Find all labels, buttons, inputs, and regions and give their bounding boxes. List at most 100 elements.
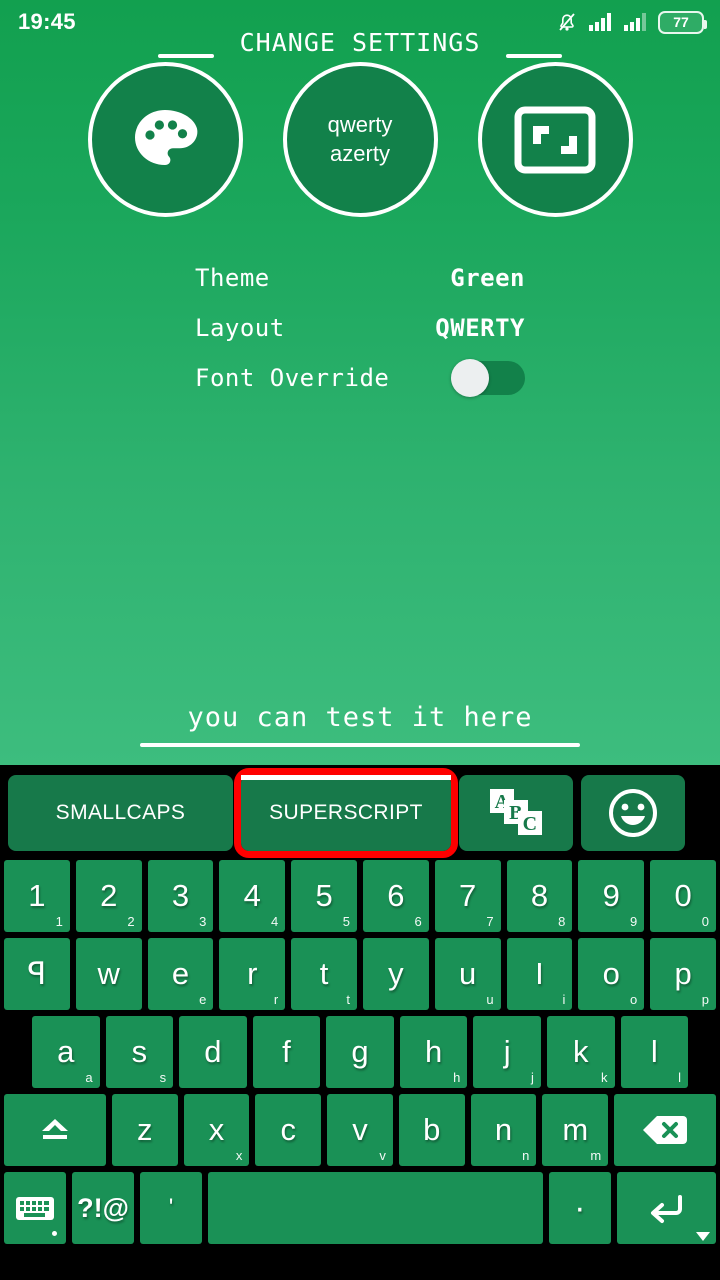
key-6[interactable]: 66 xyxy=(362,860,429,932)
key-e[interactable]: ee xyxy=(147,938,214,1010)
key-9[interactable]: 99 xyxy=(578,860,645,932)
key-1[interactable]: 11 xyxy=(4,860,70,932)
keyboard: SMALLCAPS SUPERSCRIPT A B C 1 1 2 2 3 3 … xyxy=(0,765,720,1280)
key-main: v xyxy=(352,1112,368,1147)
key-main: n xyxy=(494,1112,513,1147)
setting-value-layout-text: QWERTY xyxy=(435,314,525,342)
key-main: u xyxy=(459,956,477,991)
settings-circle-buttons: qwerty azerty xyxy=(0,62,720,217)
key-d[interactable]: d xyxy=(179,1016,247,1088)
superscript-button[interactable]: SUPERSCRIPT xyxy=(234,767,458,858)
key-main: s xyxy=(131,1034,148,1069)
key-r[interactable]: rr xyxy=(219,938,286,1010)
key-s[interactable]: ss xyxy=(105,1016,174,1088)
text-style-button[interactable]: A B C xyxy=(459,774,573,851)
svg-text:C: C xyxy=(523,813,538,835)
key-b[interactable]: b xyxy=(398,1094,465,1166)
key-f[interactable]: f xyxy=(252,1016,321,1088)
bell-muted-icon xyxy=(559,13,575,31)
font-override-toggle[interactable] xyxy=(451,359,525,397)
key-l[interactable]: ll xyxy=(620,1016,689,1088)
status-icon-group: 77 xyxy=(555,10,707,34)
key-k[interactable]: kk xyxy=(546,1016,615,1088)
key-u[interactable]: uu xyxy=(434,938,501,1010)
header-divider-right xyxy=(506,54,563,58)
key-4[interactable]: 44 xyxy=(219,860,286,932)
key-8[interactable]: 88 xyxy=(506,860,573,932)
theme-button[interactable] xyxy=(87,62,243,217)
enter-key[interactable] xyxy=(616,1172,716,1244)
key-hint: m xyxy=(590,1148,602,1163)
key-h[interactable]: hh xyxy=(399,1016,468,1088)
key-v[interactable]: vv xyxy=(327,1094,393,1166)
superscript-active-bar xyxy=(241,774,451,780)
setting-row-layout[interactable]: Layout QWERTY xyxy=(195,309,525,347)
key-n[interactable]: nn xyxy=(470,1094,537,1166)
key-3[interactable]: 33 xyxy=(147,860,214,932)
keyboard-size-button[interactable] xyxy=(477,62,633,217)
key-hint: 0 xyxy=(701,914,709,929)
key-z[interactable]: z xyxy=(111,1094,178,1166)
key-q[interactable]: ꟼ xyxy=(4,938,70,1010)
key-main: 9 xyxy=(602,878,620,913)
key-main: y xyxy=(388,956,404,991)
key-hint: 3 xyxy=(199,914,207,929)
key-main: f xyxy=(282,1034,291,1069)
key-main: I xyxy=(535,956,544,991)
key-main: o xyxy=(602,956,620,991)
key-t[interactable]: tt xyxy=(291,938,357,1010)
key-j[interactable]: jj xyxy=(473,1016,541,1088)
key-5[interactable]: 55 xyxy=(291,860,357,932)
key-main: 4 xyxy=(243,878,261,913)
abc-style-icon: A B C xyxy=(490,788,542,835)
key-x[interactable]: xx xyxy=(183,1094,250,1166)
key-0[interactable]: 00 xyxy=(650,860,716,932)
apostrophe-key[interactable]: ' xyxy=(140,1172,202,1244)
settings-app-area: CHANGE SETTINGS 19:45 77 qwerty azerty T… xyxy=(0,0,720,765)
space-key[interactable] xyxy=(208,1172,543,1244)
key-main: h xyxy=(424,1034,443,1069)
test-input-field[interactable]: you can test it here xyxy=(0,702,720,747)
key-hint: 1 xyxy=(55,914,63,929)
key-7[interactable]: 77 xyxy=(434,860,501,932)
setting-label-theme: Theme xyxy=(195,264,270,292)
keyboard-switch-icon xyxy=(16,1197,54,1220)
key-main: 8 xyxy=(530,878,549,913)
key-p[interactable]: pp xyxy=(650,938,716,1010)
key-o[interactable]: oo xyxy=(578,938,645,1010)
key-a[interactable]: aa xyxy=(32,1016,100,1088)
key-main: 5 xyxy=(315,878,333,913)
key-c[interactable]: c xyxy=(255,1094,322,1166)
battery-percent: 77 xyxy=(673,14,689,30)
key-g[interactable]: g xyxy=(326,1016,394,1088)
key-hint: p xyxy=(701,992,709,1007)
key-m[interactable]: mm xyxy=(542,1094,609,1166)
shift-key[interactable] xyxy=(4,1094,106,1166)
period-key[interactable]: · xyxy=(548,1172,611,1244)
phone-screen: CHANGE SETTINGS 19:45 77 qwerty azerty T… xyxy=(0,0,720,1280)
key-hint: r xyxy=(273,992,279,1007)
backspace-key[interactable] xyxy=(614,1094,717,1166)
setting-row-theme[interactable]: Theme Green xyxy=(195,259,525,297)
emoji-button[interactable] xyxy=(581,774,685,851)
key-2[interactable]: 22 xyxy=(75,860,142,932)
symbols-key[interactable]: ?!@ xyxy=(72,1172,134,1244)
key-w[interactable]: w xyxy=(75,938,142,1010)
key-i[interactable]: Ii xyxy=(506,938,573,1010)
key-main: r xyxy=(247,956,258,991)
keyboard-row-numbers: 11 22 33 44 55 66 77 88 99 00 xyxy=(0,860,720,938)
keyboard-switch-key[interactable] xyxy=(4,1172,66,1244)
layout-button[interactable]: qwerty azerty xyxy=(282,62,438,217)
enter-dropdown-icon xyxy=(696,1232,710,1241)
key-main: p xyxy=(674,956,692,991)
setting-row-font-override[interactable]: Font Override xyxy=(195,359,525,397)
superscript-label: SUPERSCRIPT xyxy=(269,800,423,824)
key-hint: e xyxy=(199,992,207,1007)
key-y[interactable]: y xyxy=(362,938,429,1010)
battery-icon: 77 xyxy=(658,10,707,34)
smallcaps-button[interactable]: SMALLCAPS xyxy=(8,774,233,851)
setting-value-theme: Green xyxy=(450,264,525,292)
key-main: e xyxy=(171,956,190,991)
key-main: m xyxy=(562,1112,589,1147)
key-main: 1 xyxy=(28,878,46,913)
